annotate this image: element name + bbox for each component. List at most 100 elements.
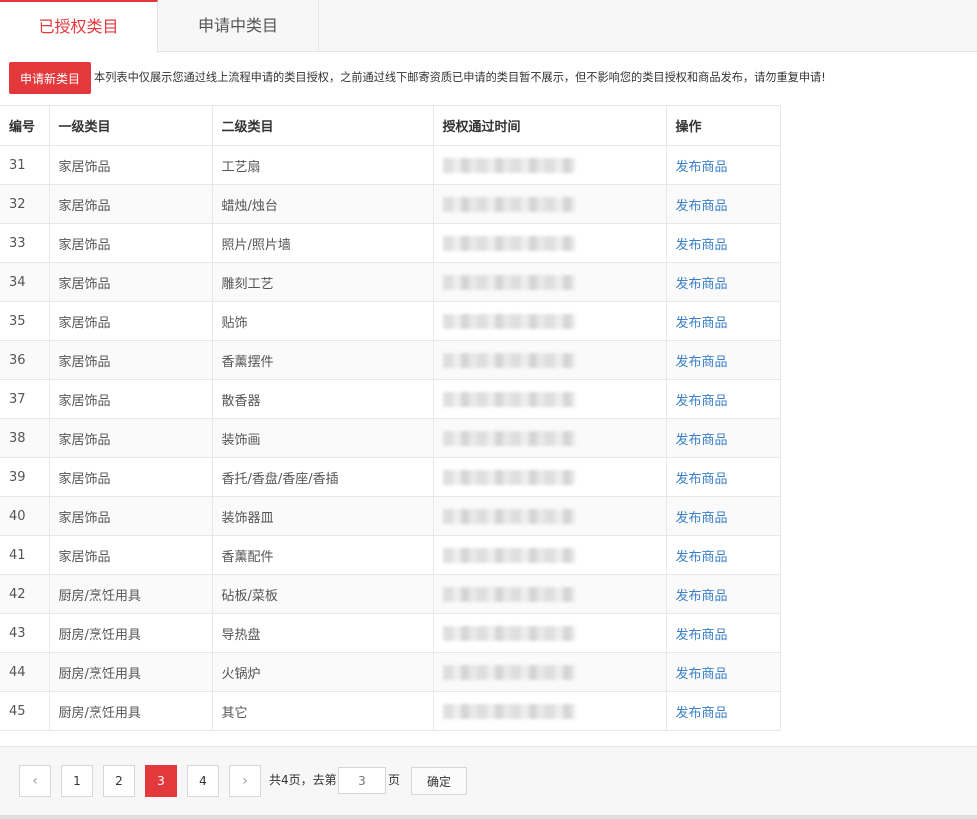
- publish-product-link[interactable]: 发布商品: [676, 160, 728, 175]
- cell-approved-time: [432, 340, 667, 380]
- redacted-time: [442, 586, 575, 602]
- table-row: 45 厨房/烹饪用具 其它 发布商品: [0, 691, 781, 731]
- cell-category-level1: 家居饰品: [48, 379, 213, 419]
- cell-operation: 发布商品: [665, 691, 781, 731]
- publish-product-link[interactable]: 发布商品: [676, 706, 728, 721]
- cell-id: 34: [0, 262, 50, 302]
- publish-product-link[interactable]: 发布商品: [676, 316, 728, 331]
- redacted-time: [442, 196, 575, 212]
- tab-pending-categories[interactable]: 申请中类目: [158, 0, 319, 52]
- redacted-time: [442, 625, 575, 641]
- tab-bar: 已授权类目 申请中类目: [0, 0, 977, 53]
- cell-id: 43: [0, 613, 50, 653]
- redacted-time: [442, 391, 575, 407]
- cell-category-level2: 散香器: [211, 379, 434, 419]
- cell-category-level2: 工艺扇: [211, 145, 434, 185]
- page-button-2[interactable]: 2: [103, 765, 135, 797]
- cell-category-level1: 厨房/烹饪用具: [48, 691, 213, 731]
- cell-operation: 发布商品: [665, 535, 781, 575]
- go-page-button[interactable]: 确定: [411, 767, 467, 795]
- publish-product-link[interactable]: 发布商品: [676, 355, 728, 370]
- page-button-3[interactable]: 3: [145, 765, 177, 797]
- cell-operation: 发布商品: [665, 184, 781, 224]
- cell-operation: 发布商品: [665, 145, 781, 185]
- header-category-level2: 二级类目: [211, 105, 434, 146]
- publish-product-link[interactable]: 发布商品: [676, 433, 728, 448]
- cell-category-level1: 家居饰品: [48, 301, 213, 341]
- cell-category-level2: 照片/照片墙: [211, 223, 434, 263]
- redacted-time: [442, 664, 575, 680]
- redacted-time: [442, 157, 575, 173]
- redacted-time: [442, 508, 575, 524]
- cell-id: 39: [0, 457, 50, 497]
- cell-category-level2: 装饰画: [211, 418, 434, 458]
- table-row: 42 厨房/烹饪用具 砧板/菜板 发布商品: [0, 574, 781, 614]
- redacted-time: [442, 547, 575, 563]
- tab-authorized-categories[interactable]: 已授权类目: [0, 0, 158, 53]
- table-row: 35 家居饰品 贴饰 发布商品: [0, 301, 781, 341]
- cell-operation: 发布商品: [665, 652, 781, 692]
- cell-category-level1: 厨房/烹饪用具: [48, 613, 213, 653]
- cell-approved-time: [432, 457, 667, 497]
- redacted-time: [442, 235, 575, 251]
- cell-operation: 发布商品: [665, 379, 781, 419]
- cell-id: 31: [0, 145, 50, 185]
- cell-category-level1: 家居饰品: [48, 418, 213, 458]
- header-operation: 操作: [665, 105, 781, 146]
- publish-product-link[interactable]: 发布商品: [676, 550, 728, 565]
- cell-category-level2: 香薰摆件: [211, 340, 434, 380]
- cell-operation: 发布商品: [665, 301, 781, 341]
- cell-approved-time: [432, 496, 667, 536]
- prev-page-button[interactable]: ‹: [19, 765, 51, 797]
- redacted-time: [442, 274, 575, 290]
- publish-product-link[interactable]: 发布商品: [676, 277, 728, 292]
- publish-product-link[interactable]: 发布商品: [676, 628, 728, 643]
- cell-id: 41: [0, 535, 50, 575]
- cell-id: 32: [0, 184, 50, 224]
- table-row: 37 家居饰品 散香器 发布商品: [0, 379, 781, 419]
- cell-operation: 发布商品: [665, 613, 781, 653]
- redacted-time: [442, 352, 575, 368]
- table-row: 34 家居饰品 雕刻工艺 发布商品: [0, 262, 781, 302]
- cell-approved-time: [432, 691, 667, 731]
- cell-category-level2: 香托/香盘/香座/香插: [211, 457, 434, 497]
- cell-operation: 发布商品: [665, 457, 781, 497]
- publish-product-link[interactable]: 发布商品: [676, 238, 728, 253]
- cell-category-level2: 火锅炉: [211, 652, 434, 692]
- category-table: 编号 一级类目 二级类目 授权通过时间 操作 31 家居饰品 工艺扇 发布商品 32 家居…: [0, 105, 781, 731]
- cell-category-level2: 其它: [211, 691, 434, 731]
- action-bar: 申请新类目 本列表中仅展示您通过线上流程申请的类目授权，之前通过线下邮寄资质已申…: [9, 62, 974, 94]
- next-page-button[interactable]: ›: [229, 765, 261, 797]
- publish-product-link[interactable]: 发布商品: [676, 667, 728, 682]
- cell-approved-time: [432, 145, 667, 185]
- cell-operation: 发布商品: [665, 340, 781, 380]
- page-button-1[interactable]: 1: [61, 765, 93, 797]
- publish-product-link[interactable]: 发布商品: [676, 589, 728, 604]
- cell-approved-time: [432, 613, 667, 653]
- apply-new-category-button[interactable]: 申请新类目: [9, 62, 91, 94]
- cell-category-level1: 家居饰品: [48, 145, 213, 185]
- redacted-time: [442, 469, 575, 485]
- page-number-input[interactable]: [338, 767, 386, 794]
- redacted-time: [442, 430, 575, 446]
- cell-operation: 发布商品: [665, 418, 781, 458]
- publish-product-link[interactable]: 发布商品: [676, 511, 728, 526]
- header-category-level1: 一级类目: [48, 105, 213, 146]
- cell-category-level2: 贴饰: [211, 301, 434, 341]
- cell-category-level2: 香薰配件: [211, 535, 434, 575]
- publish-product-link[interactable]: 发布商品: [676, 394, 728, 409]
- cell-category-level1: 厨房/烹饪用具: [48, 574, 213, 614]
- chevron-left-icon: ‹: [32, 773, 38, 789]
- cell-category-level1: 家居饰品: [48, 340, 213, 380]
- cell-id: 40: [0, 496, 50, 536]
- publish-product-link[interactable]: 发布商品: [676, 472, 728, 487]
- cell-category-level2: 装饰器皿: [211, 496, 434, 536]
- cell-approved-time: [432, 535, 667, 575]
- total-pages-text: 共4页，去第: [269, 773, 337, 787]
- publish-product-link[interactable]: 发布商品: [676, 199, 728, 214]
- table-row: 43 厨房/烹饪用具 导热盘 发布商品: [0, 613, 781, 653]
- cell-category-level1: 家居饰品: [48, 184, 213, 224]
- cell-id: 45: [0, 691, 50, 731]
- page-button-4[interactable]: 4: [187, 765, 219, 797]
- table-row: 44 厨房/烹饪用具 火锅炉 发布商品: [0, 652, 781, 692]
